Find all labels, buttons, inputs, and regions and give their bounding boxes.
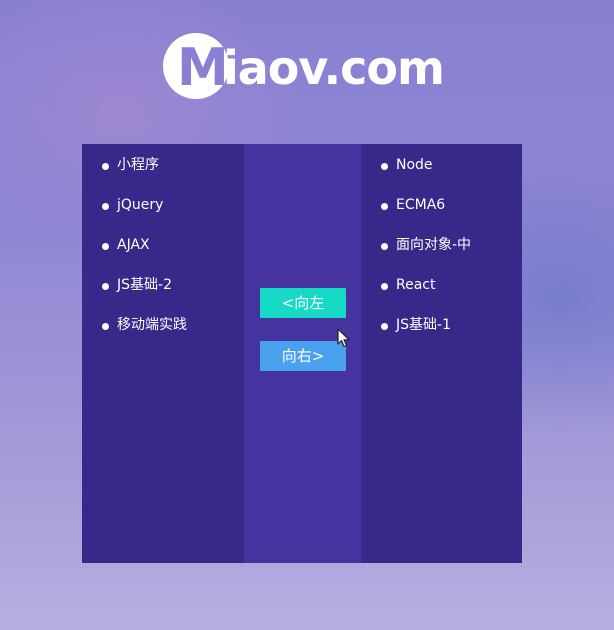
right-list-item[interactable]: ECMA6 xyxy=(361,195,471,235)
bullet-icon xyxy=(102,283,109,290)
bullet-icon xyxy=(381,203,388,210)
left-list-column: 小程序 jQuery AJAX JS基础-2 移动端实践 xyxy=(82,144,244,563)
bullet-icon xyxy=(102,163,109,170)
bullet-icon xyxy=(102,323,109,330)
move-right-button[interactable]: 向右> xyxy=(260,341,346,371)
right-list: Node ECMA6 面向对象-中 React JS基础-1 xyxy=(361,155,471,355)
right-list-item-label: ECMA6 xyxy=(396,197,446,213)
arrow-cursor-icon xyxy=(337,328,350,348)
left-list-item[interactable]: 小程序 xyxy=(82,155,187,195)
left-list-item-label: 移动端实践 xyxy=(117,317,187,333)
left-list-item[interactable]: jQuery xyxy=(82,195,187,235)
left-list-item[interactable]: JS基础-2 xyxy=(82,275,187,315)
logo-letter: M xyxy=(177,38,229,98)
right-list-item-label: JS基础-1 xyxy=(396,317,451,333)
bullet-icon xyxy=(381,323,388,330)
logo-text: iaov.com xyxy=(223,41,445,95)
right-list-item[interactable]: Node xyxy=(361,155,471,195)
transfer-controls: <向左 向右> xyxy=(244,144,361,563)
move-left-button[interactable]: <向左 xyxy=(260,288,346,318)
right-list-item[interactable]: 面向对象-中 xyxy=(361,235,471,275)
bullet-icon xyxy=(102,203,109,210)
left-list-item-label: jQuery xyxy=(117,197,164,213)
right-list-item[interactable]: JS基础-1 xyxy=(361,315,471,355)
bullet-icon xyxy=(381,243,388,250)
left-list-item[interactable]: 移动端实践 xyxy=(82,315,187,355)
transfer-panel: 小程序 jQuery AJAX JS基础-2 移动端实践 <向左 向右> Nod… xyxy=(82,144,522,563)
left-list-item-label: AJAX xyxy=(117,237,150,253)
left-list-item-label: 小程序 xyxy=(117,157,159,173)
left-list-item[interactable]: AJAX xyxy=(82,235,187,275)
right-list-item-label: 面向对象-中 xyxy=(396,237,472,253)
right-list-item-label: Node xyxy=(396,157,433,173)
left-list-item-label: JS基础-2 xyxy=(117,277,172,293)
left-list: 小程序 jQuery AJAX JS基础-2 移动端实践 xyxy=(82,155,187,355)
miaov-logo: M iaov.com xyxy=(163,30,453,100)
bullet-icon xyxy=(102,243,109,250)
right-list-item-label: React xyxy=(396,277,436,293)
bullet-icon xyxy=(381,283,388,290)
bullet-icon xyxy=(381,163,388,170)
right-list-column: Node ECMA6 面向对象-中 React JS基础-1 xyxy=(361,144,522,563)
right-list-item[interactable]: React xyxy=(361,275,471,315)
